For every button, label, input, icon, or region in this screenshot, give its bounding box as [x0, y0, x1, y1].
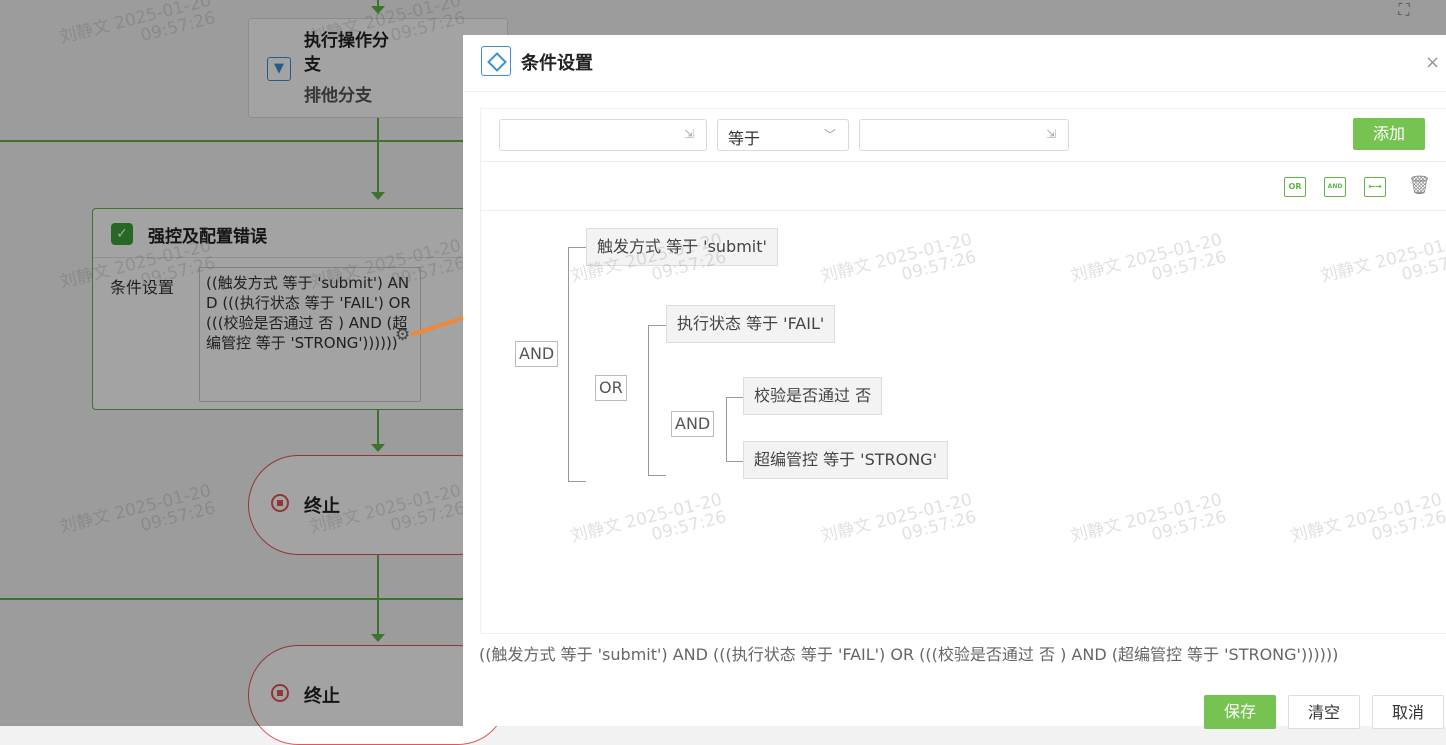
- tree-bracket: [648, 475, 666, 476]
- condition-tree: AND OR AND 触发方式 等于 'submit' 执行状态 等于 'FAI…: [481, 211, 1446, 633]
- tree-bracket: [568, 247, 586, 248]
- tree-bracket: [726, 397, 743, 398]
- operator-select[interactable]: 等于 ﹀: [717, 119, 849, 151]
- cancel-button[interactable]: 取消: [1372, 695, 1444, 729]
- tree-bracket: [568, 247, 569, 481]
- dialog-header: 条件设置 ×: [463, 35, 1446, 92]
- fullscreen-icon[interactable]: ⛶: [1386, 0, 1422, 26]
- level3-logic-operator[interactable]: AND: [671, 411, 715, 437]
- tree-bracket: [648, 325, 649, 475]
- layers-icon: [481, 46, 511, 76]
- dialog-body: ⇲ 等于 ﹀ ⇲ 添加 OR AND ←→ 🗑 AND OR AND 触发方式 …: [481, 109, 1446, 633]
- or-icon[interactable]: OR: [1284, 177, 1306, 197]
- and-icon[interactable]: AND: [1324, 177, 1346, 197]
- save-button[interactable]: 保存: [1204, 695, 1276, 729]
- field-picker-icon: ⇲: [1045, 127, 1056, 141]
- swap-icon[interactable]: ←→: [1364, 177, 1386, 197]
- condition-settings-dialog: 条件设置 × ⇲ 等于 ﹀ ⇲ 添加 OR AND ←→ 🗑 AND OR AN…: [463, 35, 1446, 729]
- logic-tools-row: OR AND ←→ 🗑: [481, 162, 1446, 211]
- tree-bracket: [648, 325, 666, 326]
- tree-bracket: [568, 481, 586, 482]
- right-value-selector[interactable]: ⇲: [859, 119, 1069, 151]
- condition-summary-text: ((触发方式 等于 'submit') AND (((执行状态 等于 'FAIL…: [479, 645, 1339, 664]
- dialog-title: 条件设置: [521, 53, 593, 74]
- condition-editor-toolbar: ⇲ 等于 ﹀ ⇲ 添加: [481, 109, 1446, 162]
- operator-value: 等于: [728, 129, 761, 148]
- chevron-down-icon: ﹀: [823, 128, 836, 142]
- add-button[interactable]: 添加: [1353, 118, 1425, 150]
- condition-leaf[interactable]: 触发方式 等于 'submit': [586, 228, 778, 266]
- trash-icon[interactable]: 🗑: [1408, 175, 1431, 196]
- close-icon[interactable]: ×: [1425, 52, 1440, 73]
- tree-bracket: [726, 461, 743, 462]
- condition-leaf[interactable]: 超编管控 等于 'STRONG': [743, 441, 948, 479]
- condition-leaf[interactable]: 执行状态 等于 'FAIL': [666, 305, 836, 343]
- root-logic-operator[interactable]: AND: [515, 341, 559, 367]
- field-picker-icon: ⇲: [683, 127, 694, 141]
- clear-button[interactable]: 清空: [1288, 695, 1360, 729]
- left-field-selector[interactable]: ⇲: [499, 119, 707, 151]
- tree-bracket: [726, 397, 727, 461]
- level2-logic-operator[interactable]: OR: [595, 375, 627, 401]
- condition-leaf[interactable]: 校验是否通过 否: [743, 377, 883, 415]
